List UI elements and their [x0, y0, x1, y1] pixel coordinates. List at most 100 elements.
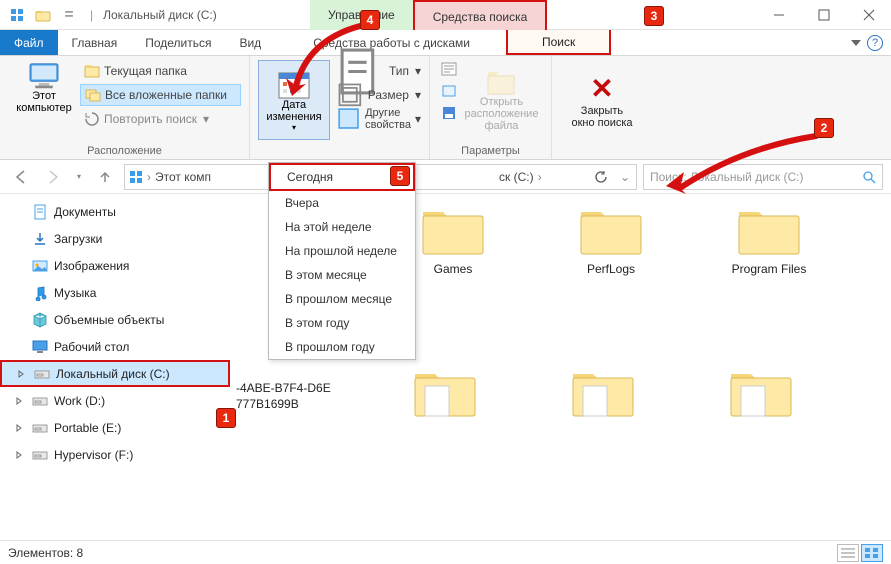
dropdown-item-this-week[interactable]: На этой неделе — [269, 215, 415, 239]
ribbon-group-options: Открыть расположение файла Параметры — [430, 56, 552, 159]
folder-item[interactable] — [558, 366, 648, 420]
nav-back-button[interactable] — [8, 164, 34, 190]
folder-label: Games — [434, 262, 473, 276]
callout-arrow-4 — [278, 20, 368, 110]
nav-sidebar: Документы Загрузки Изображения Музыка Об… — [0, 194, 230, 524]
tab-share[interactable]: Поделиться — [131, 30, 225, 55]
sidebar-item-label: Изображения — [54, 259, 129, 273]
callout-badge-1: 1 — [216, 408, 236, 428]
status-bar: Элементов: 8 — [0, 540, 891, 564]
current-folder-label: Текущая папка — [104, 64, 187, 78]
size-label: Размер — [368, 88, 409, 102]
open-location-label: Открыть расположение файла — [460, 96, 543, 132]
open-folder-icon — [486, 68, 518, 96]
window-title: Локальный диск (C:) — [103, 8, 217, 22]
current-folder-button[interactable]: Текущая папка — [80, 60, 241, 82]
dropdown-item-yesterday[interactable]: Вчера — [269, 191, 415, 215]
folder-label: Program Files — [732, 262, 807, 276]
expander-icon[interactable] — [14, 396, 24, 406]
nav-forward-button[interactable] — [40, 164, 66, 190]
recent-searches-icon[interactable] — [438, 60, 460, 78]
folder-item[interactable] — [716, 366, 806, 420]
all-subfolders-label: Все вложенные папки — [105, 88, 227, 102]
callout-badge-3: 3 — [644, 6, 664, 26]
repeat-search-label: Повторить поиск — [104, 112, 197, 126]
other-props-button[interactable]: Другие свойства▾ — [336, 108, 421, 130]
breadcrumb-second[interactable]: ск (C:) — [499, 170, 534, 184]
callout-arrow-2 — [660, 128, 830, 208]
refresh-icon[interactable] — [594, 165, 608, 189]
callout-badge-5: 5 — [390, 166, 410, 186]
minimize-button[interactable] — [756, 0, 801, 30]
sidebar-item-3d[interactable]: Объемные объекты — [0, 306, 230, 333]
breadcrumb-first[interactable]: Этот комп — [155, 170, 211, 184]
context-tab-search-tools[interactable]: Средства поиска — [413, 0, 548, 30]
collapse-ribbon-icon[interactable] — [851, 40, 861, 46]
folder-item[interactable]: Program Files — [724, 204, 814, 276]
expander-icon[interactable] — [14, 423, 24, 433]
sidebar-item-downloads[interactable]: Загрузки — [0, 225, 230, 252]
nav-history-icon[interactable]: ▾ — [72, 164, 86, 190]
sidebar-item-label: Work (D:) — [54, 394, 105, 408]
title-bar: = | Локальный диск (C:) Управление Средс… — [0, 0, 891, 30]
sidebar-item-pictures[interactable]: Изображения — [0, 252, 230, 279]
sidebar-item-drive-e[interactable]: Portable (E:) — [0, 414, 230, 441]
repeat-search-button[interactable]: Повторить поиск ▾ — [80, 108, 241, 130]
close-x-icon: ✕ — [590, 72, 613, 105]
ribbon-group-location: Этот компьютер Текущая папка Все вложенн… — [0, 56, 250, 159]
all-subfolders-button[interactable]: Все вложенные папки — [80, 84, 241, 106]
address-dropdown-icon[interactable]: ⌄ — [620, 165, 630, 189]
sidebar-item-label: Локальный диск (C:) — [56, 367, 170, 381]
expander-icon[interactable] — [16, 369, 26, 379]
type-label: Тип — [389, 64, 409, 78]
help-icon[interactable]: ? — [867, 35, 883, 51]
tab-home[interactable]: Главная — [58, 30, 132, 55]
this-pc-label: Этот компьютер — [16, 90, 71, 114]
sidebar-item-label: Загрузки — [54, 232, 102, 246]
folder-item[interactable]: Games — [408, 204, 498, 276]
dropdown-item-this-month[interactable]: В этом месяце — [269, 263, 415, 287]
tab-file[interactable]: Файл — [0, 30, 58, 55]
nav-up-button[interactable] — [92, 164, 118, 190]
dropdown-item-last-week[interactable]: На прошлой неделе — [269, 239, 415, 263]
tab-view[interactable]: Вид — [225, 30, 275, 55]
sidebar-item-drive-f[interactable]: Hypervisor (F:) — [0, 441, 230, 468]
open-location-button: Открыть расположение файла — [460, 60, 543, 140]
folder-item[interactable]: PerfLogs — [566, 204, 656, 276]
sidebar-item-label: Музыка — [54, 286, 96, 300]
item-count: Элементов: 8 — [8, 546, 83, 560]
sidebar-item-label: Объемные объекты — [54, 313, 164, 327]
sidebar-item-drive-d[interactable]: Work (D:) — [0, 387, 230, 414]
dropdown-item-last-year[interactable]: В прошлом году — [269, 335, 415, 359]
view-large-icons-button[interactable] — [861, 544, 883, 562]
view-details-button[interactable] — [837, 544, 859, 562]
qa-folder-icon[interactable] — [32, 4, 54, 26]
this-pc-button[interactable]: Этот компьютер — [8, 60, 80, 140]
sidebar-item-drive-c[interactable]: Локальный диск (C:) — [0, 360, 230, 387]
sidebar-item-documents[interactable]: Документы — [0, 198, 230, 225]
callout-badge-2: 2 — [814, 118, 834, 138]
close-search-button[interactable]: ✕ Закрыть окно поиска — [560, 60, 644, 140]
sidebar-item-music[interactable]: Музыка — [0, 279, 230, 306]
folder-item[interactable] — [400, 366, 490, 420]
dropdown-item-last-month[interactable]: В прошлом месяце — [269, 287, 415, 311]
ribbon-group-close: ✕ Закрыть окно поиска x — [552, 56, 652, 159]
main-area: Документы Загрузки Изображения Музыка Об… — [0, 194, 891, 524]
close-button[interactable] — [846, 0, 891, 30]
window-pipe: | — [90, 8, 93, 22]
sidebar-item-desktop[interactable]: Рабочий стол — [0, 333, 230, 360]
date-filter-dropdown: Сегодня Вчера На этой неделе На прошлой … — [268, 162, 416, 360]
ribbon-tabs: Файл Главная Поделиться Вид Средства раб… — [0, 30, 891, 56]
qa-window-icon[interactable] — [6, 4, 28, 26]
folder-row-partial — [400, 366, 806, 420]
advanced-icon[interactable] — [438, 82, 460, 100]
save-search-icon[interactable] — [438, 104, 460, 122]
maximize-button[interactable] — [801, 0, 846, 30]
expander-icon[interactable] — [14, 450, 24, 460]
folder-label: PerfLogs — [587, 262, 635, 276]
hex-fragment-text: -4ABE-B7F4-D6E 777B1699B — [236, 380, 331, 412]
dropdown-item-this-year[interactable]: В этом году — [269, 311, 415, 335]
qa-dropdown-icon[interactable]: = — [58, 4, 80, 26]
sidebar-item-label: Portable (E:) — [54, 421, 121, 435]
tab-search[interactable]: Поиск — [506, 30, 611, 55]
